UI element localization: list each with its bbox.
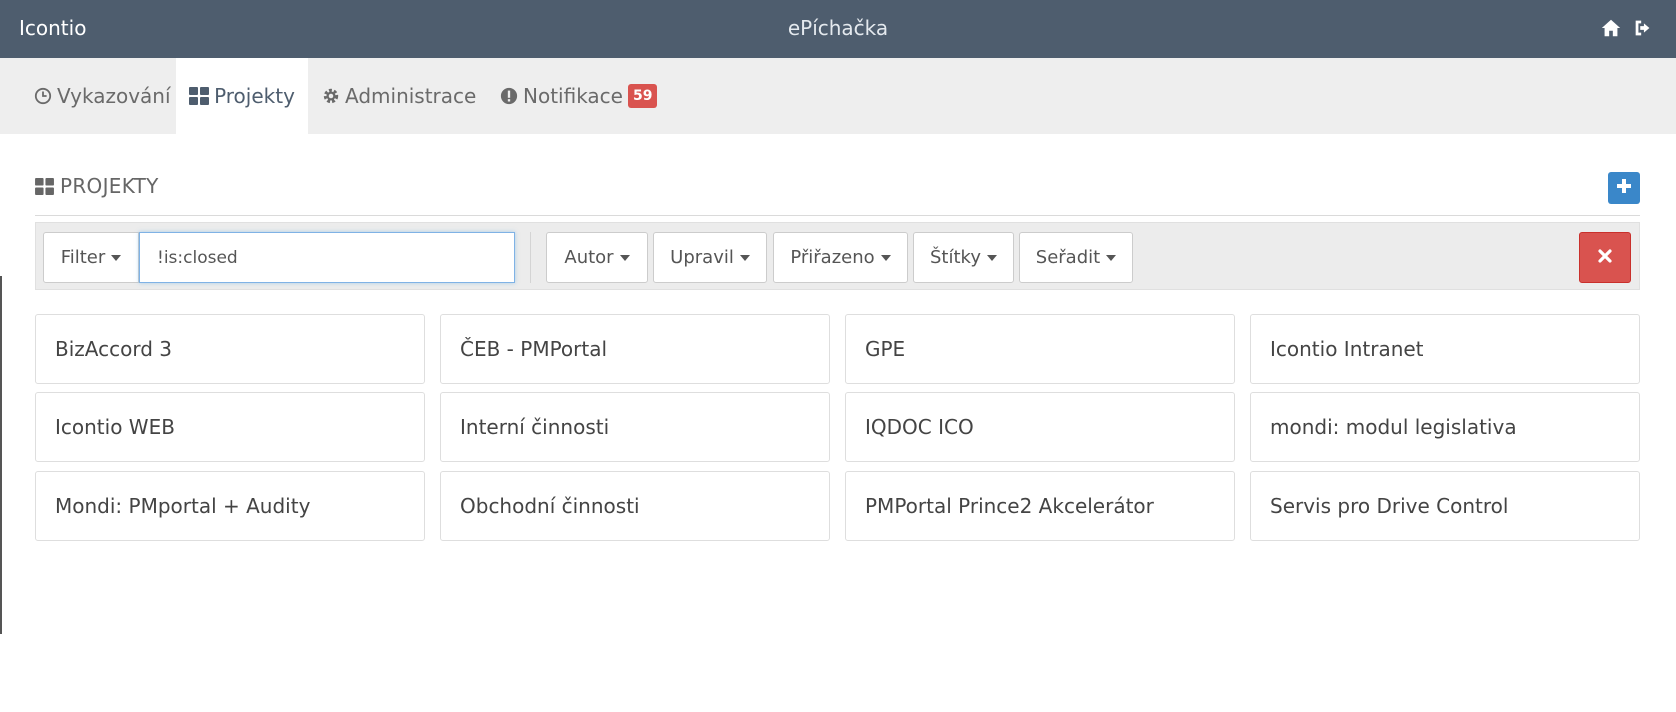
tab-administrace[interactable]: Administrace: [322, 58, 476, 134]
tab-vykazovani[interactable]: Vykazování: [34, 58, 171, 134]
caret-down-icon: [111, 254, 122, 261]
main-nav: Vykazování Projekty Administrace Notifik…: [0, 58, 1676, 134]
divider: [35, 215, 1640, 216]
brand-name[interactable]: Icontio: [19, 16, 86, 40]
project-card[interactable]: Mondi: PMportal + Audity: [35, 471, 425, 541]
plus-icon: [1616, 178, 1632, 198]
filter-label: Filter: [60, 247, 106, 268]
modified-by-dropdown-button[interactable]: Upravil: [653, 232, 767, 283]
tab-label: Projekty: [214, 84, 295, 108]
project-card[interactable]: PMPortal Prince2 Akcelerátor: [845, 471, 1235, 541]
button-label: Seřadit: [1035, 247, 1101, 268]
project-card[interactable]: ČEB - PMPortal: [440, 314, 830, 384]
top-navbar: Icontio ePíchačka: [0, 0, 1676, 58]
dashboard-grid-icon: [35, 177, 54, 195]
sign-out-icon[interactable]: [1632, 17, 1654, 39]
project-card[interactable]: BizAccord 3: [35, 314, 425, 384]
project-card[interactable]: GPE: [845, 314, 1235, 384]
page-title: PROJEKTY: [35, 174, 159, 198]
filter-input[interactable]: [139, 232, 515, 283]
tags-dropdown-button[interactable]: Štítky: [913, 232, 1014, 283]
clear-filter-button[interactable]: [1579, 232, 1631, 283]
button-label: Autor: [564, 247, 614, 268]
caret-down-icon: [1106, 254, 1117, 261]
project-card[interactable]: mondi: modul legislativa: [1250, 392, 1640, 462]
project-card[interactable]: IQDOC ICO: [845, 392, 1235, 462]
gear-icon: [322, 87, 340, 105]
separator: [530, 232, 531, 283]
close-icon: [1598, 248, 1612, 267]
tab-label: Vykazování: [57, 84, 171, 108]
app-title: ePíchačka: [787, 16, 889, 40]
project-card[interactable]: Icontio WEB: [35, 392, 425, 462]
author-dropdown-button[interactable]: Autor: [546, 232, 648, 283]
button-label: Upravil: [670, 247, 734, 268]
clock-icon: [34, 87, 52, 105]
tab-projekty[interactable]: Projekty: [176, 58, 308, 134]
tab-notifikace[interactable]: Notifikace 59: [500, 58, 658, 134]
project-card[interactable]: Interní činnosti: [440, 392, 830, 462]
exclamation-circle-icon: [500, 87, 518, 105]
button-label: Štítky: [930, 247, 981, 268]
sort-dropdown-button[interactable]: Seřadit: [1019, 232, 1133, 283]
button-label: Přiřazeno: [790, 247, 875, 268]
assigned-dropdown-button[interactable]: Přiřazeno: [773, 232, 908, 283]
page-title-text: PROJEKTY: [60, 174, 159, 198]
add-project-button[interactable]: [1608, 172, 1640, 204]
caret-down-icon: [739, 254, 750, 261]
filter-dropdown-button[interactable]: Filter: [43, 232, 139, 283]
project-card[interactable]: Servis pro Drive Control: [1250, 471, 1640, 541]
caret-down-icon: [986, 254, 997, 261]
dashboard-grid-icon: [189, 87, 210, 105]
project-card[interactable]: Obchodní činnosti: [440, 471, 830, 541]
notification-count-badge: 59: [627, 84, 658, 108]
project-card[interactable]: Icontio Intranet: [1250, 314, 1640, 384]
tab-label: Notifikace: [523, 84, 623, 108]
left-edge-line: [0, 276, 2, 634]
caret-down-icon: [880, 254, 891, 261]
tab-label: Administrace: [345, 84, 477, 108]
caret-down-icon: [619, 254, 630, 261]
home-icon[interactable]: [1600, 17, 1622, 39]
